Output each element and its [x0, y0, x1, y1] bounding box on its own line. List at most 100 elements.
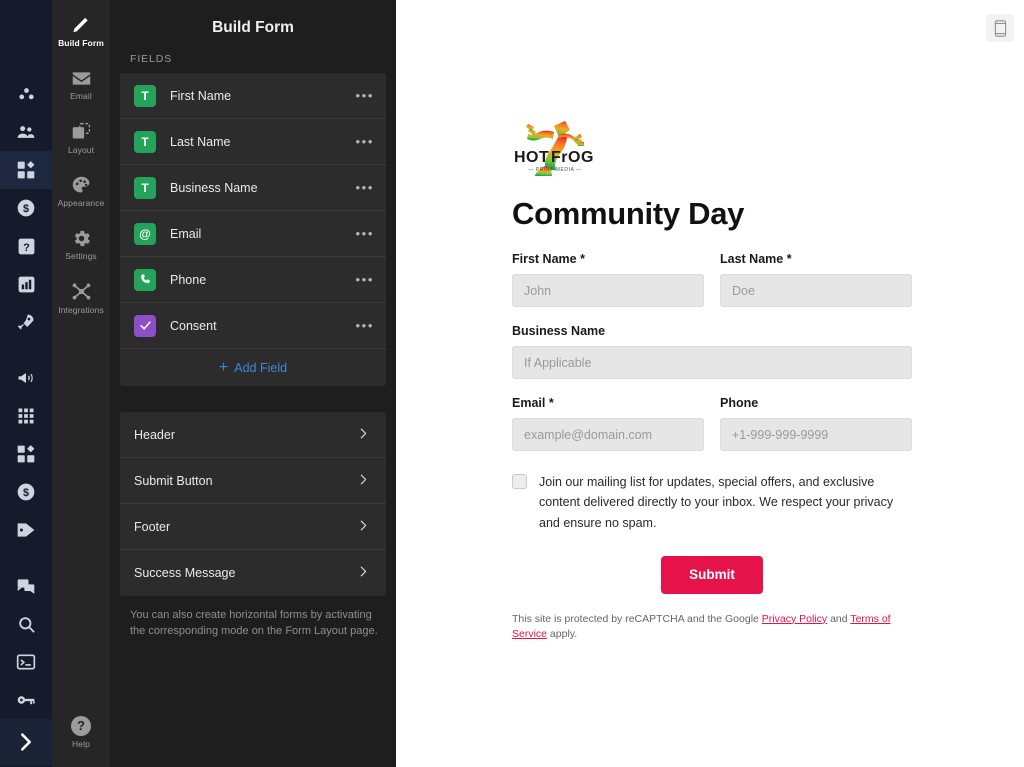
field-row-consent[interactable]: Consent ••• [120, 303, 386, 349]
consent-checkbox[interactable] [512, 474, 527, 489]
svg-text:?: ? [23, 241, 30, 253]
privacy-policy-link[interactable]: Privacy Policy [762, 613, 827, 625]
svg-text:— PRINT/MEDIA —: — PRINT/MEDIA — [528, 167, 582, 173]
rail-item-contacts[interactable] [0, 75, 52, 113]
terminal-icon [16, 652, 36, 672]
fields-list: T First Name ••• T Last Name ••• T Busin… [120, 73, 386, 386]
rail-item-search[interactable] [0, 605, 52, 643]
chevron-right-icon [357, 427, 370, 443]
hot-frog-print-media-logo: HOT FrOG — PRINT/MEDIA — [512, 118, 598, 182]
last-name-label: Last Name * [720, 252, 912, 266]
rail-item-access[interactable] [0, 681, 52, 719]
field-options-button[interactable]: ••• [356, 135, 374, 148]
key-icon [16, 690, 36, 710]
section-row-header[interactable]: Header [120, 412, 386, 458]
field-options-button[interactable]: ••• [356, 227, 374, 240]
first-name-input[interactable] [512, 274, 704, 307]
field-row-phone[interactable]: Phone ••• [120, 257, 386, 303]
field-options-button[interactable]: ••• [356, 181, 374, 194]
rail-item-reports[interactable] [0, 265, 52, 303]
svg-text:FrOG: FrOG [551, 149, 594, 166]
rail-item-sales[interactable]: $ [0, 189, 52, 227]
subnav-item-email[interactable]: Email [52, 61, 110, 105]
field-row-business-name[interactable]: T Business Name ••• [120, 165, 386, 211]
email-field-icon: @ [134, 223, 156, 245]
submit-button[interactable]: Submit [661, 556, 763, 594]
fields-section-label: FIELDS [120, 53, 386, 73]
field-row-last-name[interactable]: T Last Name ••• [120, 119, 386, 165]
apps-grid-icon [16, 444, 36, 464]
form-title: Community Day [512, 196, 912, 232]
rail-expand-button[interactable] [0, 719, 52, 765]
business-name-input[interactable] [512, 346, 912, 379]
secondary-nav: Build Form Email Layout Appearance [52, 0, 110, 767]
field-row-email[interactable]: @ Email ••• [120, 211, 386, 257]
rail-item-modules[interactable] [0, 397, 52, 435]
chevron-right-icon [15, 731, 37, 753]
field-row-first-name[interactable]: T First Name ••• [120, 73, 386, 119]
rail-item-apps[interactable] [0, 151, 52, 189]
recaptcha-text-2: apply. [547, 628, 577, 640]
form-preview: HOT FrOG — PRINT/MEDIA — Community Day F… [512, 118, 912, 642]
field-options-button[interactable]: ••• [356, 319, 374, 332]
section-label: Submit Button [134, 474, 213, 488]
subnav-item-build-form[interactable]: Build Form [52, 8, 110, 52]
panel-title: Build Form [120, 0, 386, 53]
question-box-icon: ? [17, 237, 36, 256]
section-row-footer[interactable]: Footer [120, 504, 386, 550]
section-row-success-message[interactable]: Success Message [120, 550, 386, 596]
panel-note: You can also create horizontal forms by … [120, 596, 386, 640]
rail-item-console[interactable] [0, 643, 52, 681]
dollar-circle-icon: $ [16, 198, 36, 218]
section-row-submit-button[interactable]: Submit Button [120, 458, 386, 504]
question-mark-icon: ? [71, 716, 91, 736]
subnav-item-layout[interactable]: Layout [52, 115, 110, 159]
subnav-item-appearance[interactable]: Appearance [52, 168, 110, 212]
svg-text:$: $ [23, 203, 29, 215]
add-field-button[interactable]: + Add Field [120, 349, 386, 386]
help-button[interactable]: ? Help [52, 716, 110, 749]
field-options-button[interactable]: ••• [356, 89, 374, 102]
svg-text:$: $ [23, 487, 29, 499]
recaptcha-notice: This site is protected by reCAPTCHA and … [512, 612, 912, 642]
rail-item-support[interactable]: ? [0, 227, 52, 265]
gear-icon [71, 227, 92, 249]
contact-row: Email * Phone [512, 396, 912, 451]
rail-item-widgets[interactable] [0, 435, 52, 473]
rail-item-announcements[interactable] [0, 359, 52, 397]
submit-row: Submit [512, 556, 912, 594]
rail-item-campaigns[interactable] [0, 303, 52, 341]
first-name-label: First Name * [512, 252, 704, 266]
subnav-label: Settings [65, 252, 97, 261]
mobile-preview-toggle[interactable] [986, 14, 1014, 42]
rail-item-billing[interactable]: $ [0, 473, 52, 511]
palette-icon [71, 174, 92, 196]
dollar-circle-icon: $ [16, 482, 36, 502]
envelope-icon [71, 67, 92, 89]
recaptcha-text-1: This site is protected by reCAPTCHA and … [512, 613, 762, 625]
last-name-input[interactable] [720, 274, 912, 307]
rail-item-messages[interactable] [0, 567, 52, 605]
email-input[interactable] [512, 418, 704, 451]
contacts-group-icon [17, 85, 36, 104]
svg-text:HOT: HOT [514, 149, 549, 166]
phone-group: Phone [720, 396, 912, 451]
subnav-label: Email [70, 92, 92, 101]
text-field-icon: T [134, 85, 156, 107]
rail-item-audience[interactable] [0, 113, 52, 151]
plus-icon: + [219, 360, 228, 376]
consent-text: Join our mailing list for updates, speci… [539, 472, 912, 533]
phone-input[interactable] [720, 418, 912, 451]
rail-item-tags[interactable] [0, 511, 52, 549]
field-options-button[interactable]: ••• [356, 273, 374, 286]
search-icon [17, 615, 36, 634]
subnav-label: Build Form [58, 39, 104, 48]
field-label: Last Name [170, 135, 356, 149]
subnav-item-settings[interactable]: Settings [52, 221, 110, 265]
form-builder-app: $ ? [0, 0, 1024, 767]
chevron-right-icon [357, 565, 370, 581]
first-name-group: First Name * [512, 252, 704, 307]
recaptcha-text-middle: and [827, 613, 850, 625]
integrations-icon [71, 281, 92, 303]
subnav-item-integrations[interactable]: Integrations [52, 275, 110, 319]
